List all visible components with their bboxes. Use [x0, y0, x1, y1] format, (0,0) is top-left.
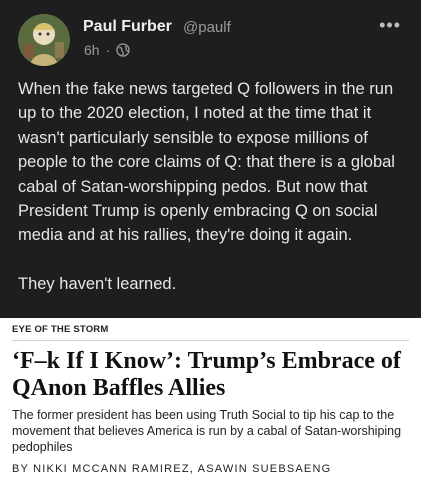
post-age[interactable]: 6h [84, 42, 100, 58]
author-handle[interactable]: @paulf [183, 19, 231, 36]
social-post: Paul Furber @paulf 6h · ••• When the fak… [0, 0, 421, 318]
post-meta: 6h · [84, 42, 130, 58]
article-kicker: EYE OF THE STORM [12, 324, 109, 335]
post-paragraph: They haven't learned. [18, 274, 177, 293]
article-byline: BY NIKKI MCCANN RAMIREZ, ASAWIN SUEBSAEN… [12, 463, 332, 475]
meta-separator: · [105, 42, 111, 58]
linked-article-card[interactable]: EYE OF THE STORM ‘F–k If I Know’: Trump’… [0, 318, 421, 500]
post-body: When the fake news targeted Q followers … [18, 77, 403, 320]
avatar-illustration [18, 14, 70, 66]
author-name[interactable]: Paul Furber [83, 18, 172, 36]
more-options-icon[interactable]: ••• [379, 16, 401, 34]
globe-icon [116, 43, 130, 57]
author-avatar[interactable] [18, 14, 70, 66]
article-dek: The former president has been using Trut… [12, 408, 402, 454]
kicker-divider [12, 340, 409, 341]
post-paragraph: When the fake news targeted Q followers … [18, 80, 395, 245]
article-headline[interactable]: ‘F–k If I Know’: Trump’s Embrace of QAno… [12, 348, 417, 402]
